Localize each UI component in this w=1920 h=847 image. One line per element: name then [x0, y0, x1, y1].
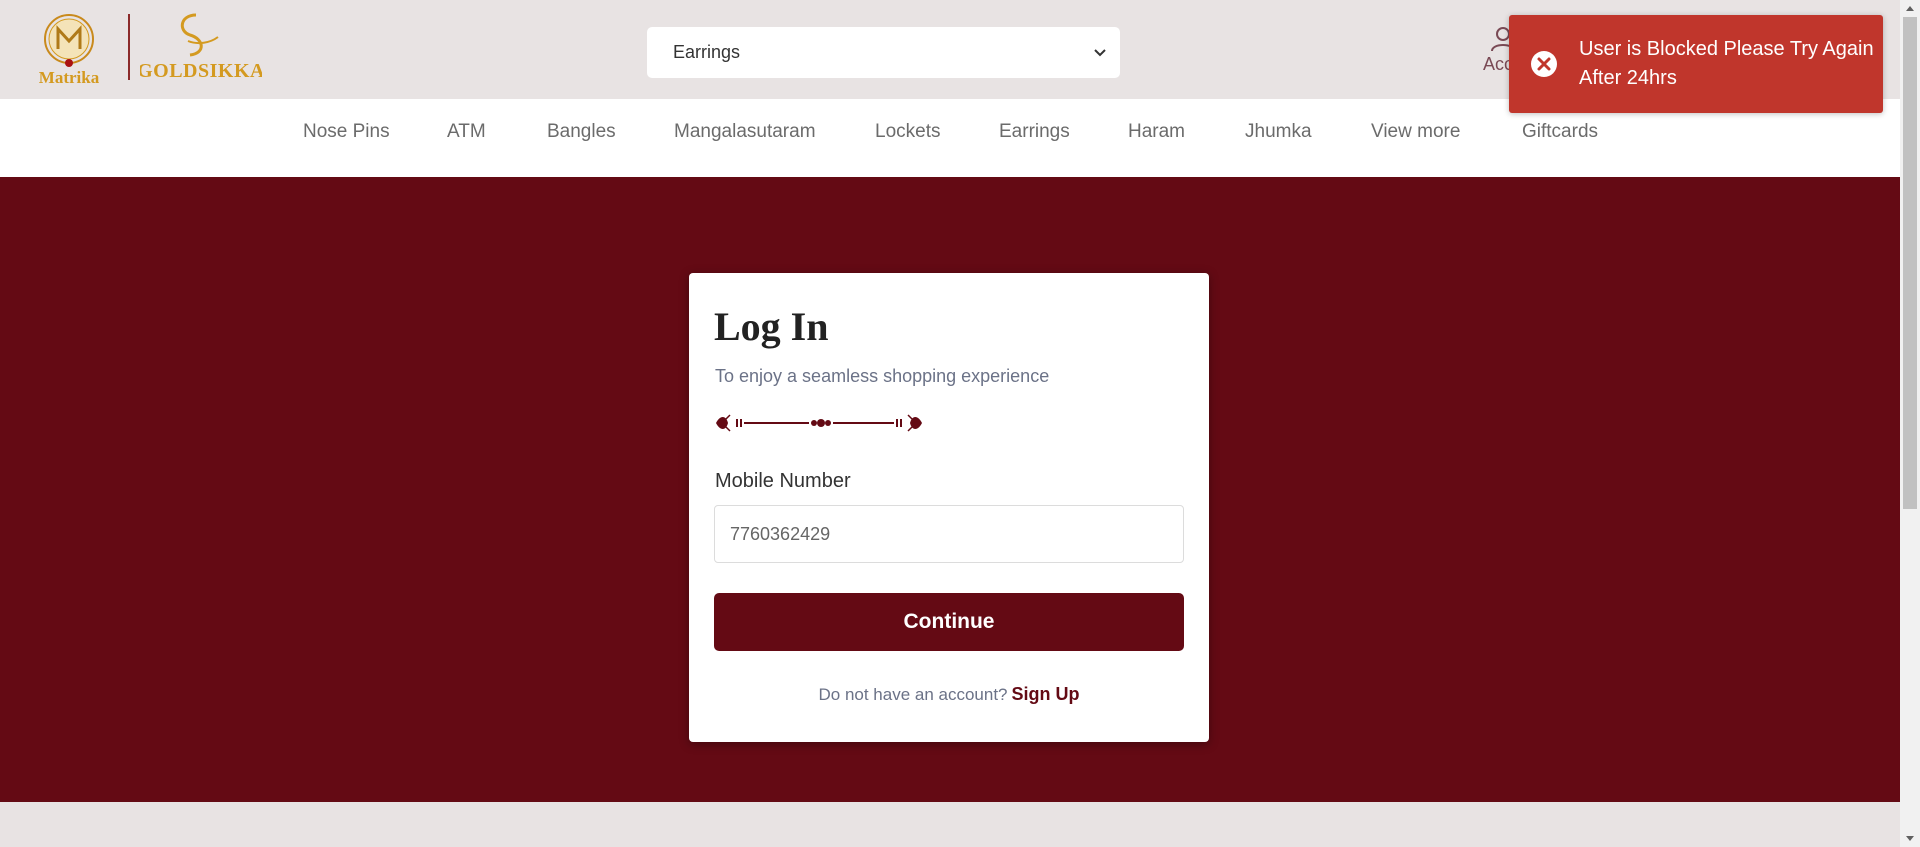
signup-link[interactable]: Sign Up [1012, 684, 1080, 704]
logo-divider [128, 14, 130, 80]
close-circle-icon[interactable] [1530, 50, 1558, 78]
page-scrollbar[interactable] [1900, 0, 1920, 847]
mobile-number-label: Mobile Number [715, 470, 851, 492]
nav-item-bangles[interactable]: Bangles [547, 99, 616, 177]
footer-band [0, 802, 1900, 847]
nav-item-view-more[interactable]: View more [1371, 99, 1460, 177]
chevron-down-icon [1094, 48, 1106, 56]
scroll-up-icon[interactable] [1900, 0, 1920, 17]
nav-item-lockets[interactable]: Lockets [875, 99, 940, 177]
nav-item-jhumka[interactable]: Jhumka [1245, 99, 1312, 177]
mobile-number-input[interactable] [714, 505, 1184, 563]
login-subtitle: To enjoy a seamless shopping experience [715, 366, 1050, 386]
toast-message: User is Blocked Please Try Again After 2… [1579, 38, 1874, 89]
category-select[interactable]: Earrings [647, 27, 1120, 78]
login-card: Log In To enjoy a seamless shopping expe… [689, 273, 1209, 742]
scroll-thumb[interactable] [1903, 17, 1917, 509]
nav-item-mangalasutaram[interactable]: Mangalasutaram [674, 99, 816, 177]
matrika-logo[interactable]: Matrika [26, 9, 112, 91]
ornament-divider-icon [716, 414, 922, 432]
login-title: Log In [714, 304, 829, 349]
nav-item-nose-pins[interactable]: Nose Pins [303, 99, 390, 177]
signup-prompt: Do not have an account? [818, 685, 1008, 704]
continue-button[interactable]: Continue [714, 593, 1184, 651]
goldsikka-logo[interactable]: GOLDSIKKA [140, 9, 262, 91]
nav-item-haram[interactable]: Haram [1128, 99, 1185, 177]
svg-text:Matrika: Matrika [39, 68, 100, 87]
scroll-down-icon[interactable] [1900, 830, 1920, 847]
category-select-value: Earrings [673, 42, 741, 62]
nav-item-atm[interactable]: ATM [447, 99, 486, 177]
error-toast[interactable]: User is Blocked Please Try Again After 2… [1509, 15, 1883, 113]
signup-row: Do not have an account? Sign Up [689, 684, 1209, 705]
nav-item-earrings[interactable]: Earrings [999, 99, 1070, 177]
svg-text:GOLDSIKKA: GOLDSIKKA [140, 60, 262, 82]
